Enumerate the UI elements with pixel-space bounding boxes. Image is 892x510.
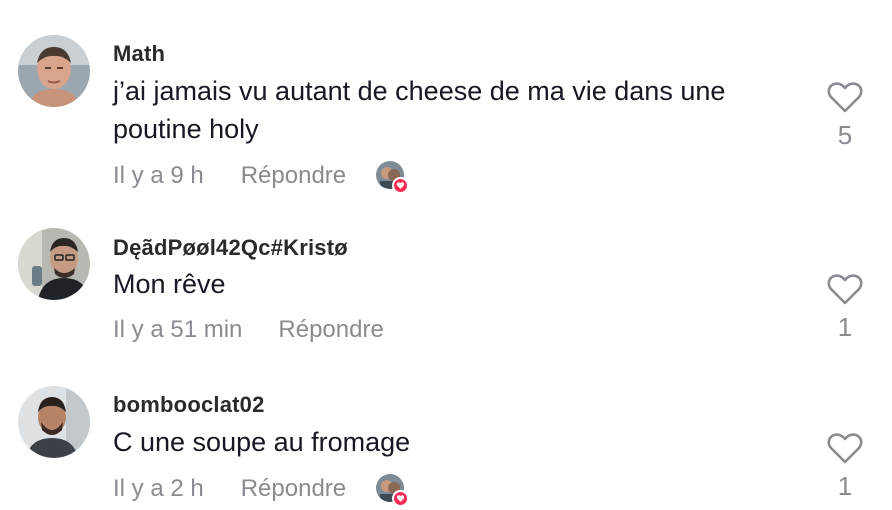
like-control: 5 — [822, 80, 868, 151]
comment-username[interactable]: DęãdPøøl42Qc#Kristø — [113, 235, 348, 261]
like-count: 1 — [837, 312, 853, 342]
like-count: 5 — [837, 120, 853, 150]
avatar[interactable] — [18, 228, 90, 300]
like-control: 1 — [822, 431, 868, 502]
heart-outline-icon[interactable] — [826, 431, 864, 465]
comment-username[interactable]: bombooclat02 — [113, 392, 265, 418]
comment-meta: Il y a 9 h Répondre — [113, 161, 410, 194]
heart-icon — [392, 177, 410, 194]
comment-timestamp: Il y a 2 h — [113, 475, 204, 502]
reply-button[interactable]: Répondre — [241, 162, 346, 190]
comment-meta: Il y a 2 h Répondre — [113, 474, 410, 507]
avatar[interactable] — [18, 386, 90, 458]
heart-outline-icon[interactable] — [826, 272, 864, 306]
creator-liked-indicator — [376, 474, 410, 507]
avatar[interactable] — [18, 35, 90, 107]
comment-item: DęãdPøøl42Qc#Kristø Mon rêve Il y a 51 m… — [0, 200, 892, 360]
like-count: 1 — [837, 471, 853, 501]
comment-text: C une soupe au fromage — [113, 427, 411, 457]
comment-text: j’ai jamais vu autant de cheese de ma vi… — [113, 76, 726, 144]
creator-liked-indicator — [376, 161, 410, 194]
reply-button[interactable]: Répondre — [278, 316, 383, 344]
comment-item: bombooclat02 C une soupe au fromage Il y… — [0, 360, 892, 510]
like-control: 1 — [822, 272, 868, 343]
comment-timestamp: Il y a 9 h — [113, 162, 204, 189]
comment-username[interactable]: Math — [113, 41, 165, 67]
comment-text: Mon rêve — [113, 269, 226, 299]
comment-meta: Il y a 51 min Répondre — [113, 315, 384, 345]
heart-outline-icon[interactable] — [826, 80, 864, 114]
comment-timestamp: Il y a 51 min — [113, 316, 243, 343]
reply-button[interactable]: Répondre — [241, 475, 346, 503]
comment-item: Math j’ai jamais vu autant de cheese de … — [0, 0, 892, 200]
heart-icon — [392, 490, 410, 507]
